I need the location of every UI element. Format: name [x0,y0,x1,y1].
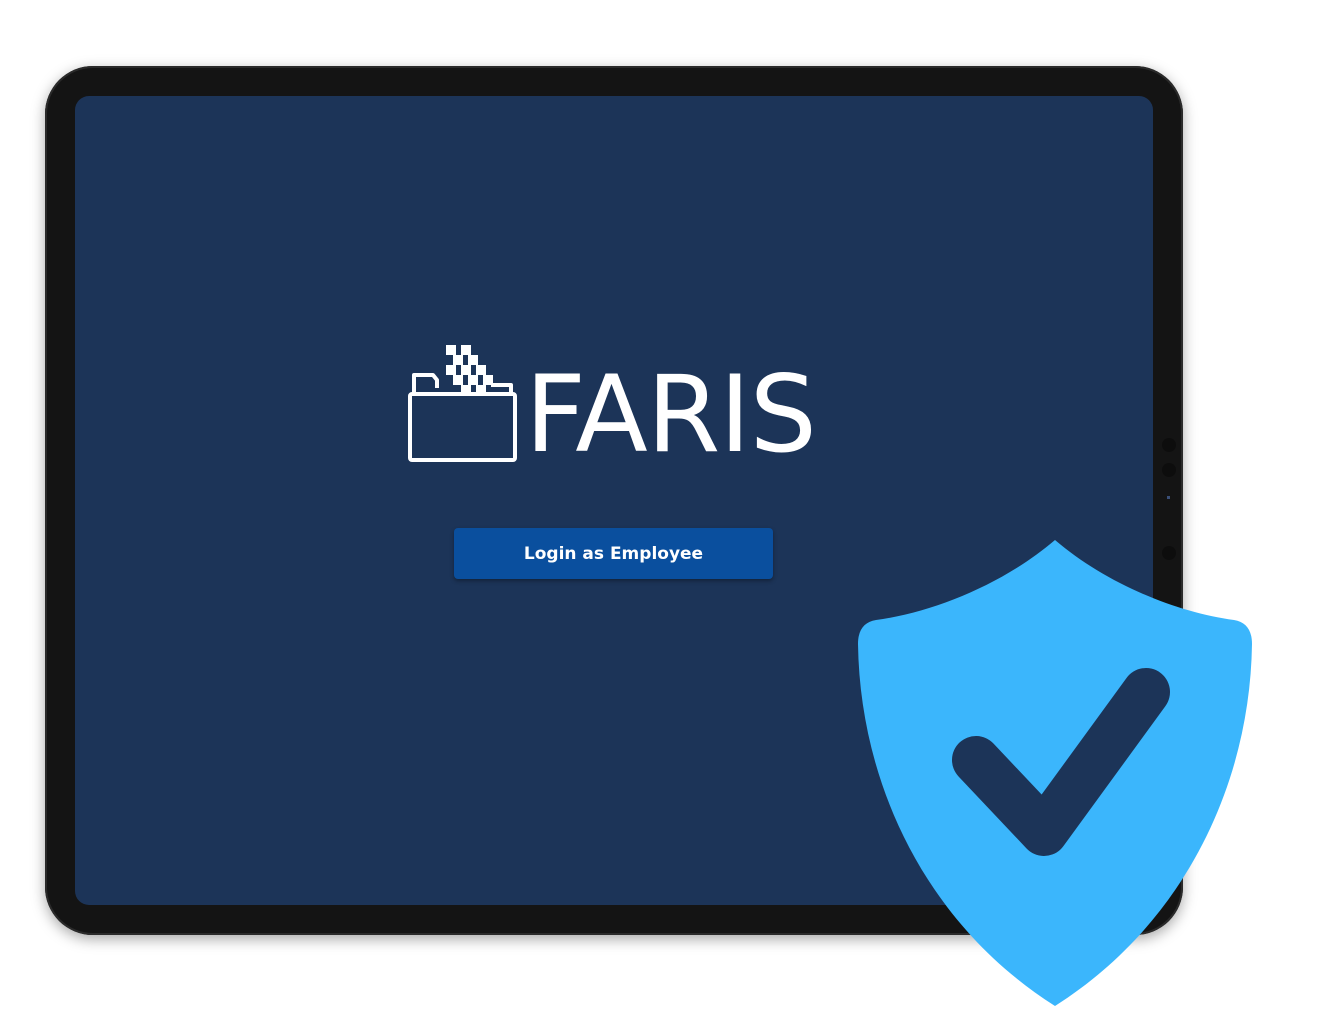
brand-wordmark: FARIS [525,353,817,476]
device-indicator [1167,496,1170,499]
device-sensor [1162,463,1176,477]
login-as-employee-button[interactable]: Login as Employee [454,528,773,579]
folder-checker-icon [408,345,517,462]
promo-stage: FARIS Login as Employee [0,0,1331,1017]
faris-logo: FARIS [407,342,827,476]
shield-check-icon [858,540,1252,1006]
device-sensor [1162,438,1176,452]
